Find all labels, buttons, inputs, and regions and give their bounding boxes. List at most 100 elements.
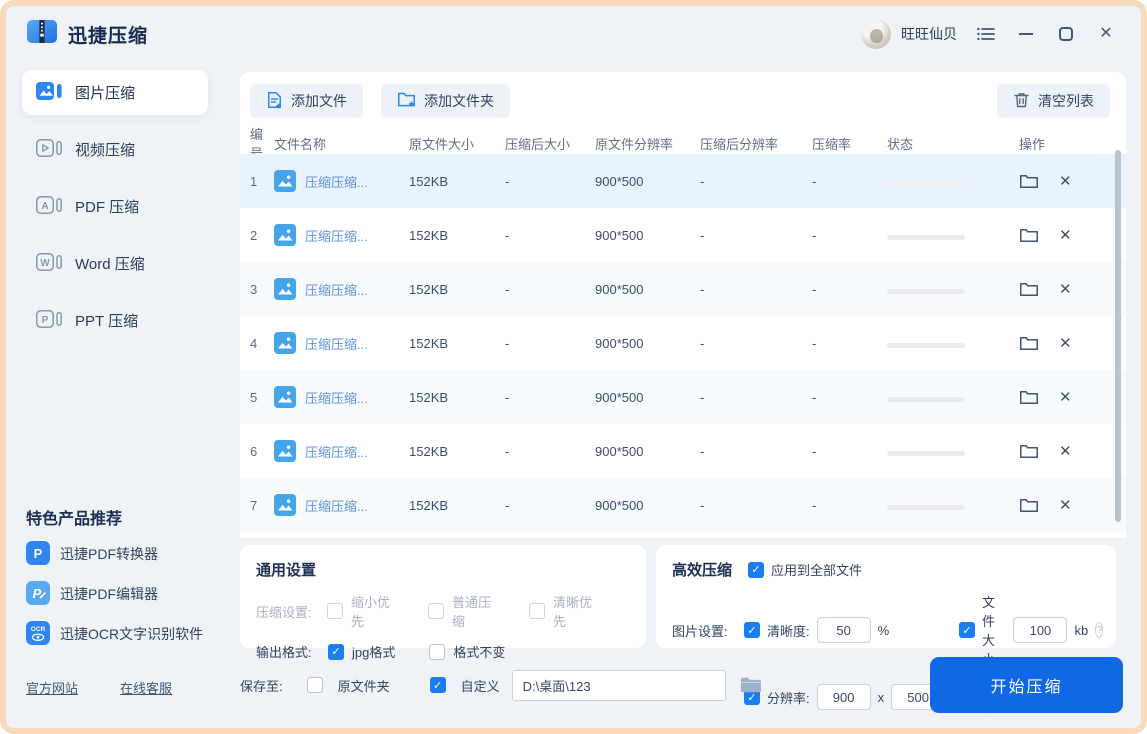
open-folder-icon[interactable]	[1019, 497, 1039, 514]
row-number: 2	[250, 227, 258, 243]
open-folder-icon[interactable]	[1019, 335, 1039, 352]
table-row[interactable]: 1 压缩压缩... 152KB - 900*500 - - ✕	[240, 154, 1126, 208]
clarity-first-checkbox[interactable]	[529, 603, 545, 619]
promo-label: 迅捷PDF转换器	[60, 546, 158, 562]
pdf-converter-icon: P	[26, 540, 50, 568]
close-icon[interactable]: ✕	[1095, 23, 1117, 45]
row-number: 5	[250, 389, 258, 405]
remove-file-icon[interactable]: ✕	[1059, 336, 1072, 351]
ocr-icon: OCR	[26, 620, 50, 648]
open-folder-icon[interactable]	[1019, 389, 1039, 406]
clarity-input[interactable]	[816, 617, 871, 643]
image-file-icon	[274, 170, 296, 192]
open-folder-icon[interactable]	[1019, 443, 1039, 460]
scrollbar-thumb[interactable]	[1115, 150, 1121, 522]
row-ratio: -	[812, 389, 817, 405]
row-status	[887, 228, 1019, 243]
table-row[interactable]: 3 压缩压缩... 152KB - 900*500 - - ✕	[240, 262, 1126, 316]
image-file-icon	[274, 278, 296, 300]
remove-file-icon[interactable]: ✕	[1059, 390, 1072, 405]
open-folder-icon[interactable]	[1019, 227, 1039, 244]
row-operations: ✕	[1019, 173, 1110, 190]
row-ratio: -	[812, 335, 817, 351]
remove-file-icon[interactable]: ✕	[1059, 174, 1072, 189]
row-compressed-size: -	[505, 227, 510, 243]
sidebar-item-pdf-compress[interactable]: A PDF 压缩	[22, 184, 208, 229]
row-compressed-size: -	[505, 281, 510, 297]
save-bar: 保存至: 原文件夹 自定义 开始压缩	[240, 656, 1125, 714]
remove-file-icon[interactable]: ✕	[1059, 282, 1072, 297]
clear-list-button[interactable]: 清空列表	[997, 84, 1110, 118]
save-path-input[interactable]	[511, 669, 726, 701]
table-row[interactable]: 5 压缩压缩... 152KB - 900*500 - - ✕	[240, 370, 1126, 424]
col-header-orig-resolution: 原文件分辨率	[595, 136, 674, 152]
clear-list-label: 清空列表	[1038, 93, 1094, 109]
efficient-title: 高效压缩	[672, 562, 733, 579]
promo-item-1[interactable]: P 迅捷PDF编辑器	[26, 574, 236, 614]
sidebar-item-image-compress[interactable]: 图片压缩	[22, 70, 208, 115]
open-folder-icon[interactable]	[1019, 173, 1039, 190]
row-filename: 压缩压缩...	[305, 282, 368, 298]
start-compress-button[interactable]: 开始压缩	[930, 657, 1123, 713]
clarity-label: 清晰度:	[767, 623, 810, 639]
row-compressed-resolution: -	[700, 497, 705, 513]
app-window: 迅捷压缩 旺旺仙贝 ✕ 图片压缩 视频压缩 A PDF 压缩 W Word 压缩 P PPT …	[0, 0, 1147, 734]
general-settings-panel: 通用设置 压缩设置: 缩小优先 普通压缩 清晰优先 输出格式: jpg格式 格式…	[240, 545, 646, 660]
remove-file-icon[interactable]: ✕	[1059, 444, 1072, 459]
original-folder-checkbox[interactable]	[306, 677, 323, 693]
shrink-first-label: 缩小优先	[351, 595, 391, 629]
apply-all-checkbox[interactable]	[748, 561, 765, 578]
help-icon[interactable]: ?	[1095, 622, 1104, 638]
clarity-checkbox[interactable]	[744, 622, 760, 638]
add-folder-button[interactable]: 添加文件夹	[381, 84, 510, 118]
filesize-checkbox[interactable]	[959, 622, 975, 638]
filesize-unit: kb	[1074, 622, 1089, 638]
menu-icon[interactable]	[975, 23, 997, 45]
row-ratio: -	[812, 497, 817, 513]
custom-folder-checkbox[interactable]	[429, 677, 446, 693]
image-file-icon	[274, 494, 296, 516]
row-orig-size: 152KB	[409, 389, 449, 405]
col-header-compressed-size: 压缩后大小	[505, 136, 571, 152]
row-number: 1	[250, 173, 258, 189]
table-row[interactable]: 4 压缩压缩... 152KB - 900*500 - - ✕	[240, 316, 1126, 370]
table-row[interactable]: 6 压缩压缩... 152KB - 900*500 - - ✕	[240, 424, 1126, 478]
normal-compress-checkbox[interactable]	[428, 603, 445, 619]
row-compressed-resolution: -	[700, 335, 705, 351]
sidebar-item-label: 图片压缩	[75, 85, 136, 102]
sidebar-item-video-compress[interactable]: 视频压缩	[22, 127, 208, 172]
row-filename: 压缩压缩...	[305, 336, 368, 352]
official-website-link[interactable]: 官方网站	[26, 678, 78, 697]
zip-folder-logo-icon	[26, 18, 58, 50]
row-file-cell: 压缩压缩...	[274, 386, 409, 408]
promo-item-2[interactable]: OCR 迅捷OCR文字识别软件	[26, 614, 236, 654]
sidebar-item-word-compress[interactable]: W Word 压缩	[22, 241, 208, 286]
remove-file-icon[interactable]: ✕	[1059, 498, 1072, 513]
table-row[interactable]: 8压缩压缩...152KB-900*500--✕	[240, 532, 1126, 538]
progress-bar	[887, 180, 965, 186]
row-orig-resolution: 900*500	[595, 443, 644, 459]
row-status	[887, 336, 1019, 351]
promo-item-0[interactable]: P 迅捷PDF转换器	[26, 534, 236, 574]
svg-text:P: P	[42, 315, 49, 326]
table-row[interactable]: 7 压缩压缩... 152KB - 900*500 - - ✕	[240, 478, 1126, 532]
sidebar-nav: 图片压缩视频压缩 A PDF 压缩 W Word 压缩 P PPT 压缩	[22, 70, 208, 355]
row-operations: ✕	[1019, 281, 1110, 298]
browse-folder-icon[interactable]	[740, 676, 762, 694]
shrink-first-checkbox[interactable]	[327, 603, 344, 619]
online-support-link[interactable]: 在线客服	[120, 678, 172, 697]
maximize-icon[interactable]	[1055, 23, 1077, 45]
sidebar-item-ppt-compress[interactable]: P PPT 压缩	[22, 298, 208, 343]
clarity-unit: %	[877, 622, 890, 638]
row-file-cell: 压缩压缩...	[274, 440, 409, 462]
table-row[interactable]: 2 压缩压缩... 152KB - 900*500 - - ✕	[240, 208, 1126, 262]
compress-setting-label: 压缩设置:	[256, 604, 312, 620]
col-header-filename: 文件名称	[274, 136, 327, 152]
open-folder-icon[interactable]	[1019, 281, 1039, 298]
filesize-input[interactable]	[1013, 617, 1068, 643]
user-avatar[interactable]	[861, 19, 891, 49]
image-compress-icon	[36, 80, 63, 106]
minimize-icon[interactable]	[1015, 23, 1037, 45]
remove-file-icon[interactable]: ✕	[1059, 228, 1072, 243]
add-file-button[interactable]: 添加文件	[250, 84, 363, 118]
